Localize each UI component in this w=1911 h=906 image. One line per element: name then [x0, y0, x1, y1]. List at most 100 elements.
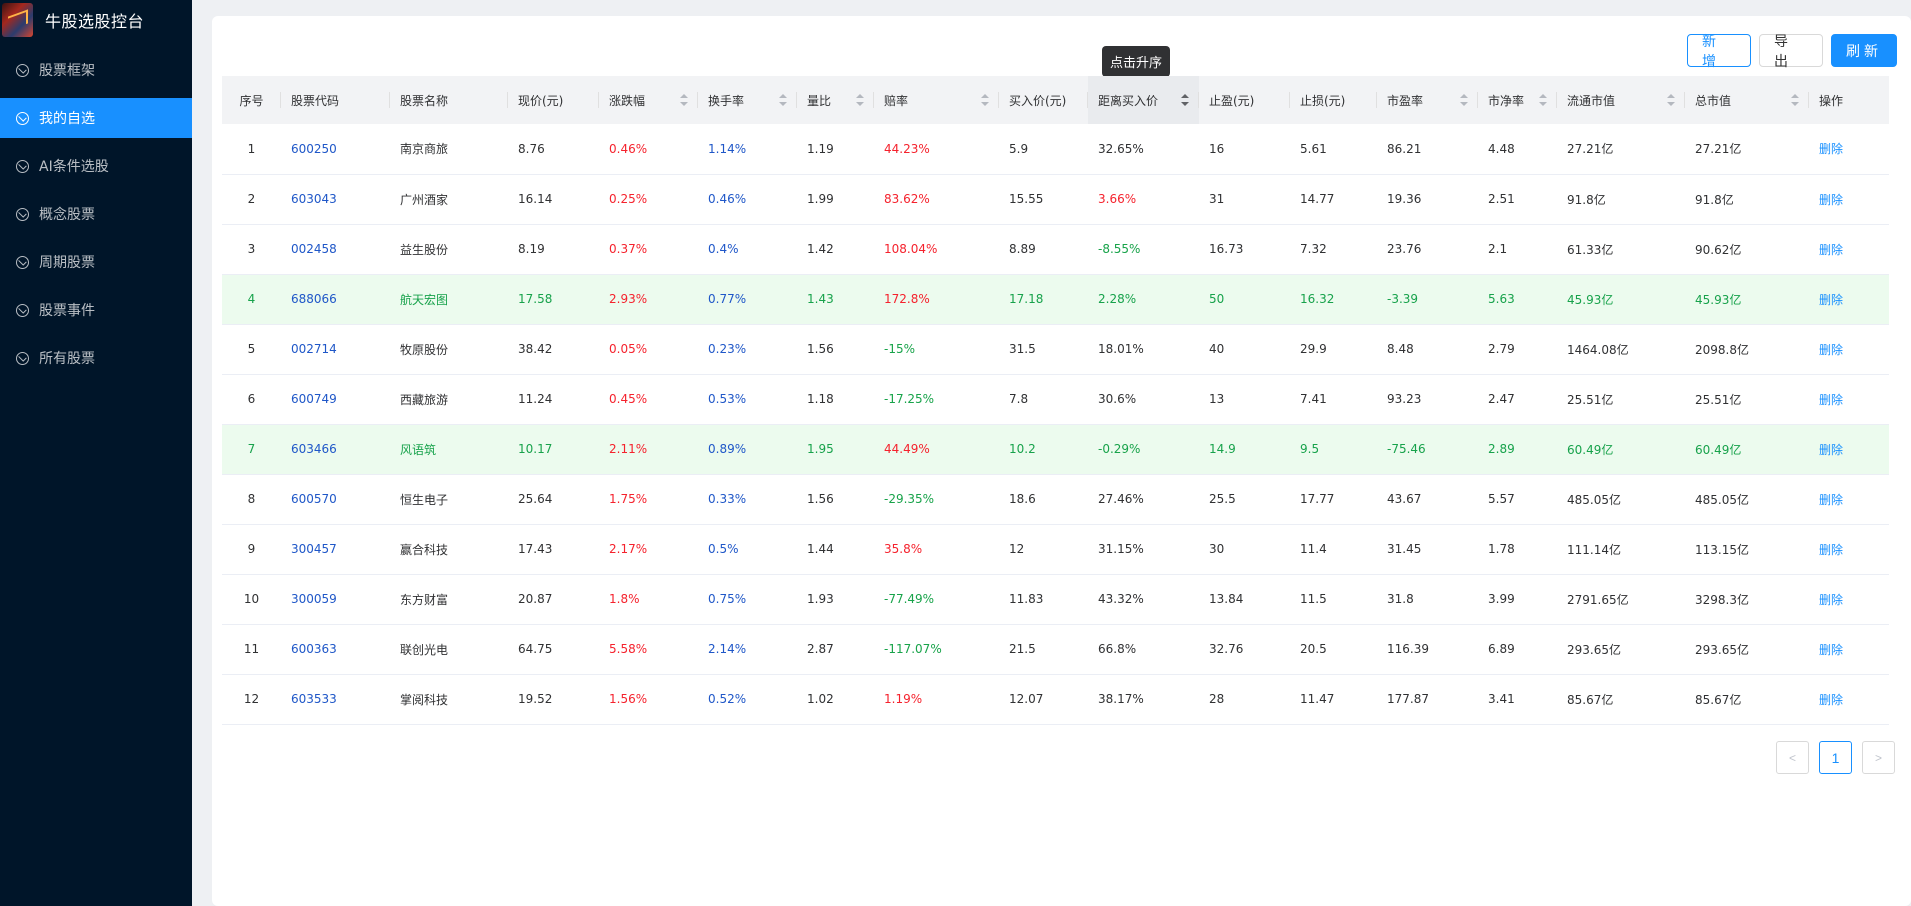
- column-header[interactable]: 市净率: [1478, 76, 1557, 124]
- column-header-label: 止盈(元): [1209, 93, 1255, 108]
- sort-caret-icon[interactable]: [1181, 94, 1189, 106]
- sidebar-item-label: 概念股票: [39, 207, 95, 223]
- cell-vol-ratio: 1.18: [797, 374, 874, 425]
- cell-sl: 29.9: [1290, 324, 1377, 375]
- sort-caret-icon[interactable]: [1667, 94, 1675, 106]
- cell-pb: 4.48: [1478, 124, 1557, 175]
- column-header[interactable]: 距离买入价: [1088, 76, 1199, 124]
- delete-link[interactable]: 删除: [1819, 543, 1843, 557]
- delete-link[interactable]: 删除: [1819, 593, 1843, 607]
- delete-link[interactable]: 删除: [1819, 243, 1843, 257]
- cell-total-cap: 90.62亿: [1685, 224, 1809, 275]
- sort-caret-icon[interactable]: [680, 94, 688, 106]
- cell-total-cap: 45.93亿: [1685, 274, 1809, 325]
- cell-float-cap: 85.67亿: [1557, 674, 1685, 725]
- delete-link[interactable]: 删除: [1819, 493, 1843, 507]
- menu-item-icon: [16, 351, 29, 365]
- delete-link[interactable]: 删除: [1819, 643, 1843, 657]
- sidebar-item-label: 我的自选: [39, 111, 95, 127]
- column-header[interactable]: 赔率: [874, 76, 999, 124]
- cell-code[interactable]: 603533: [281, 674, 390, 725]
- cell-float-cap: 60.49亿: [1557, 424, 1685, 475]
- cell-dist: -0.29%: [1088, 424, 1199, 475]
- cell-sl: 7.41: [1290, 374, 1377, 425]
- column-header[interactable]: 换手率: [698, 76, 797, 124]
- cell-price: 20.87: [508, 574, 599, 625]
- sidebar-nav: 股票框架我的自选 AI条件选股概念股票周期股票股票事件所有股票: [0, 50, 192, 378]
- sort-caret-icon[interactable]: [1460, 94, 1468, 106]
- sidebar-item[interactable]: 概念股票: [0, 194, 192, 234]
- sidebar-item[interactable]: 股票框架: [0, 50, 192, 90]
- cell-code[interactable]: 600749: [281, 374, 390, 425]
- cell-action: 删除: [1809, 374, 1889, 425]
- chevron-right-icon[interactable]: >: [1862, 741, 1895, 774]
- cell-name: 东方财富: [390, 574, 508, 625]
- delete-link[interactable]: 删除: [1819, 693, 1843, 707]
- column-header[interactable]: 市盈率: [1377, 76, 1478, 124]
- cell-name: 恒生电子: [390, 474, 508, 525]
- cell-vol-ratio: 1.95: [797, 424, 874, 475]
- delete-link[interactable]: 删除: [1819, 443, 1843, 457]
- cell-price: 17.58: [508, 274, 599, 325]
- refresh-button[interactable]: 刷新: [1831, 34, 1897, 67]
- cell-change: 0.46%: [599, 124, 698, 175]
- cell-name: 联创光电: [390, 624, 508, 675]
- table-row: 9 300457 赢合科技 17.43 2.17% 0.5% 1.44 35.8% 12 31.1…: [222, 524, 1889, 575]
- cell-code[interactable]: 002714: [281, 324, 390, 375]
- menu-item-icon: [16, 111, 29, 125]
- column-header[interactable]: 流通市值: [1557, 76, 1685, 124]
- cell-sl: 11.4: [1290, 524, 1377, 575]
- cell-turnover: 0.33%: [698, 474, 797, 525]
- sidebar-item[interactable]: 股票事件: [0, 290, 192, 330]
- cell-code[interactable]: 600570: [281, 474, 390, 525]
- cell-code[interactable]: 688066: [281, 274, 390, 325]
- sort-caret-icon[interactable]: [856, 94, 864, 106]
- cell-buy: 18.6: [999, 474, 1088, 525]
- cell-code[interactable]: 603466: [281, 424, 390, 475]
- add-button[interactable]: 新增: [1687, 34, 1751, 70]
- cell-buy: 12.07: [999, 674, 1088, 725]
- table-row: 3 002458 益生股份 8.19 0.37% 0.4% 1.42 108.04% 8.89-…: [222, 224, 1889, 275]
- cell-pb: 5.57: [1478, 474, 1557, 525]
- delete-link[interactable]: 删除: [1819, 142, 1843, 156]
- sort-caret-icon[interactable]: [779, 94, 787, 106]
- cell-float-cap: 2791.65亿: [1557, 574, 1685, 625]
- cell-idx: 8: [222, 474, 281, 525]
- sidebar-item[interactable]: 我的自选: [0, 98, 192, 138]
- delete-link[interactable]: 删除: [1819, 293, 1843, 307]
- cell-float-cap: 27.21亿: [1557, 124, 1685, 175]
- cell-buy: 7.8: [999, 374, 1088, 425]
- cell-code[interactable]: 600250: [281, 124, 390, 175]
- column-header[interactable]: 量比: [797, 76, 874, 124]
- cell-odds: 44.23%: [874, 124, 999, 175]
- chevron-left-icon[interactable]: <: [1776, 741, 1809, 774]
- delete-link[interactable]: 删除: [1819, 193, 1843, 207]
- column-header[interactable]: 涨跌幅: [599, 76, 698, 124]
- cell-total-cap: 60.49亿: [1685, 424, 1809, 475]
- sort-caret-icon[interactable]: [981, 94, 989, 106]
- sort-caret-icon[interactable]: [1791, 94, 1799, 106]
- cell-vol-ratio: 1.19: [797, 124, 874, 175]
- cell-pe: 31.8: [1377, 574, 1478, 625]
- table-row: 10 300059 东方财富 20.87 1.8% 0.75% 1.93 -77.49% 11.…: [222, 574, 1889, 625]
- cell-code[interactable]: 300059: [281, 574, 390, 625]
- cell-code[interactable]: 002458: [281, 224, 390, 275]
- export-button[interactable]: 导出: [1759, 34, 1823, 70]
- delete-link[interactable]: 删除: [1819, 343, 1843, 357]
- cell-pe: -75.46: [1377, 424, 1478, 475]
- cell-pe: -3.39: [1377, 274, 1478, 325]
- cell-pb: 3.99: [1478, 574, 1557, 625]
- sidebar-item[interactable]: 周期股票: [0, 242, 192, 282]
- sort-caret-icon[interactable]: [1539, 94, 1547, 106]
- brand: 牛股选股控台: [0, 0, 192, 40]
- cell-pb: 2.79: [1478, 324, 1557, 375]
- delete-link[interactable]: 删除: [1819, 393, 1843, 407]
- cell-code[interactable]: 300457: [281, 524, 390, 575]
- sidebar-item[interactable]: AI条件选股: [0, 146, 192, 186]
- cell-code[interactable]: 600363: [281, 624, 390, 675]
- sidebar-item[interactable]: 所有股票: [0, 338, 192, 378]
- cell-price: 38.42: [508, 324, 599, 375]
- column-header[interactable]: 总市值: [1685, 76, 1809, 124]
- page-button-current[interactable]: 1: [1819, 741, 1852, 774]
- cell-code[interactable]: 603043: [281, 174, 390, 225]
